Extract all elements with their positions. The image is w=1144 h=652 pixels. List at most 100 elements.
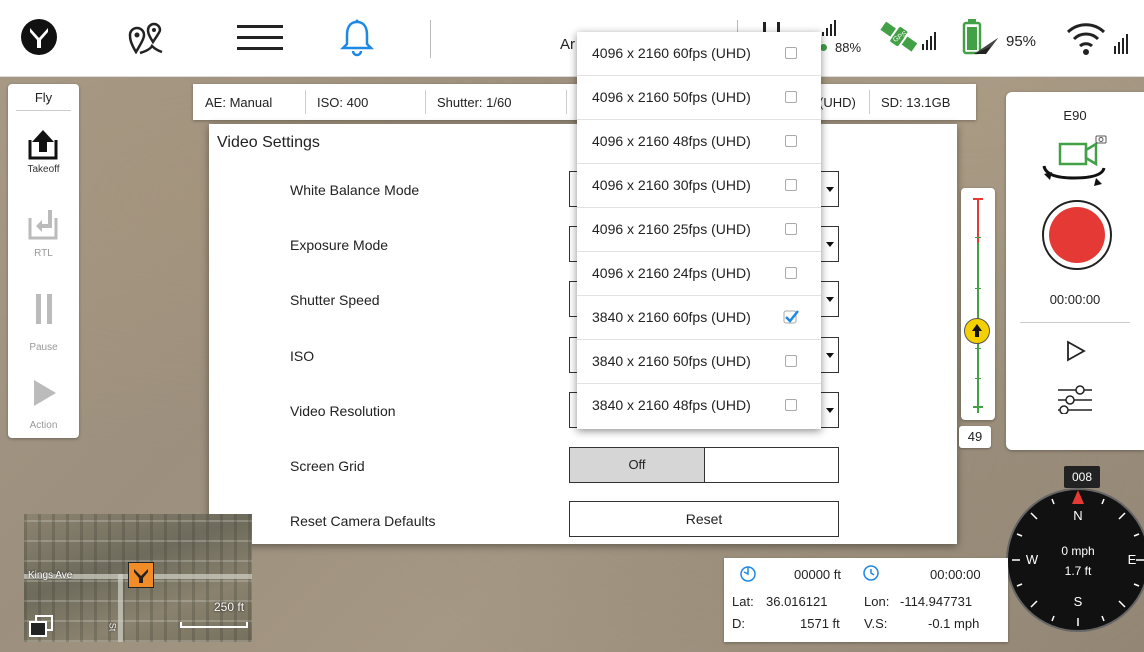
ae-status[interactable]: AE: Manual xyxy=(205,95,272,110)
ground-speed: 0 mph xyxy=(1061,544,1095,558)
pause-label: Pause xyxy=(29,342,58,353)
altitude-slider[interactable] xyxy=(961,188,995,420)
record-button[interactable] xyxy=(1042,200,1112,270)
chevron-down-icon xyxy=(826,297,834,302)
screen-grid-on-button[interactable] xyxy=(705,448,838,482)
resolution-option[interactable]: 3840 x 2160 50fps (UHD) xyxy=(577,340,821,384)
minimap[interactable]: Kings Ave St 250 ft xyxy=(24,514,252,642)
altitude-value: 49 xyxy=(959,426,991,448)
drone-battery-icon xyxy=(962,18,1002,63)
status-separator xyxy=(566,90,567,114)
lon-value: -114.947731 xyxy=(900,594,973,609)
exposure-mode-label: Exposure Mode xyxy=(290,237,389,253)
flight-control-panel: Fly Takeoff RTL Pause Action xyxy=(8,84,79,438)
status-separator xyxy=(425,90,426,114)
altitude-scale xyxy=(973,198,983,413)
screen-grid-label: Screen Grid xyxy=(290,458,365,474)
relative-altitude: 1.7 ft xyxy=(1064,564,1092,578)
vs-label: V.S: xyxy=(864,616,888,631)
shutter-speed-label: Shutter Speed xyxy=(290,292,380,308)
resolution-status[interactable]: (UHD) xyxy=(819,95,856,110)
resolution-option[interactable]: 4096 x 2160 50fps (UHD) xyxy=(577,76,821,120)
reset-defaults-label: Reset Camera Defaults xyxy=(290,513,436,529)
resolution-option[interactable]: 4096 x 2160 24fps (UHD) xyxy=(577,252,821,296)
lon-label: Lon: xyxy=(864,594,890,609)
video-resolution-label: Video Resolution xyxy=(290,403,396,419)
takeoff-button[interactable]: Takeoff xyxy=(8,128,79,188)
resolution-option[interactable]: 4096 x 2160 48fps (UHD) xyxy=(577,120,821,164)
menu-icon[interactable] xyxy=(237,24,283,57)
shutter-status[interactable]: Shutter: 1/60 xyxy=(437,95,511,110)
flight-mode-text[interactable]: Ar xyxy=(560,36,575,53)
waypoints-icon[interactable] xyxy=(126,22,166,61)
resolution-option-selected[interactable]: 3840 x 2160 60fps (UHD) xyxy=(577,296,821,340)
camera-settings-sliders-icon[interactable] xyxy=(1058,382,1092,419)
layers-icon[interactable] xyxy=(28,614,54,642)
notification-bell-icon[interactable] xyxy=(339,18,375,63)
topbar-divider xyxy=(430,20,431,58)
street-label: Kings Ave xyxy=(28,570,73,581)
resolution-option-label: 4096 x 2160 50fps (UHD) xyxy=(592,89,751,105)
battery2-percent: 95% xyxy=(1006,33,1037,50)
checkbox-icon xyxy=(785,355,797,367)
chevron-down-icon xyxy=(826,408,834,413)
map-scale-bar xyxy=(180,622,248,628)
road xyxy=(118,574,123,642)
chevron-down-icon xyxy=(826,353,834,358)
dialog-title: Video Settings xyxy=(217,134,320,151)
wifi-signal-icon xyxy=(1066,22,1140,61)
chevron-down-icon xyxy=(826,242,834,247)
distance-value: 00000 ft xyxy=(794,567,841,582)
lat-label: Lat: xyxy=(732,594,754,609)
resolution-option[interactable]: 4096 x 2160 60fps (UHD) xyxy=(577,32,821,76)
clock-icon xyxy=(863,565,879,581)
gps-satellite-icon: GPS xyxy=(880,18,940,59)
altitude-handle-icon[interactable] xyxy=(964,318,990,344)
white-balance-label: White Balance Mode xyxy=(290,182,420,198)
checkbox-icon xyxy=(785,399,797,411)
telemetry-panel: 00000 ft 00:00:00 Lat: 36.016121 Lon: -1… xyxy=(724,558,1008,642)
pause-button[interactable]: Pause xyxy=(8,294,79,354)
resolution-option[interactable]: 4096 x 2160 25fps (UHD) xyxy=(577,208,821,252)
resolution-option[interactable]: 4096 x 2160 30fps (UHD) xyxy=(577,164,821,208)
fly-tab[interactable]: Fly xyxy=(8,90,79,105)
compass: N S W E 0 mph 1.7 ft xyxy=(1006,488,1144,632)
resolution-option-label: 3840 x 2160 60fps (UHD) xyxy=(592,309,751,325)
resolution-option-label: 3840 x 2160 50fps (UHD) xyxy=(592,353,751,369)
chevron-down-icon xyxy=(826,187,834,192)
d-label: D: xyxy=(732,616,745,631)
reset-button[interactable]: Reset xyxy=(569,501,839,537)
resolution-option-label: 3840 x 2160 48fps (UHD) xyxy=(592,397,751,413)
rtl-button[interactable]: RTL xyxy=(8,206,79,266)
takeoff-icon xyxy=(28,130,58,160)
checkbox-checked-icon xyxy=(783,310,799,324)
resolution-option-label: 4096 x 2160 30fps (UHD) xyxy=(592,177,751,193)
record-timer: 00:00:00 xyxy=(1049,292,1101,307)
distance-icon xyxy=(740,566,756,582)
switch-camera-mode-icon[interactable] xyxy=(1040,132,1110,197)
heading-value: 008 xyxy=(1064,466,1100,488)
app-logo-icon[interactable] xyxy=(20,18,58,61)
drone-location-icon xyxy=(128,562,154,588)
playback-icon[interactable] xyxy=(1066,340,1086,367)
checkbox-icon xyxy=(785,179,797,191)
map-scale-label: 250 ft xyxy=(214,600,245,614)
checkbox-icon xyxy=(785,135,797,147)
checkbox-icon xyxy=(785,47,797,59)
panel-divider xyxy=(1020,322,1130,323)
status-separator xyxy=(869,90,870,114)
checkbox-icon xyxy=(785,91,797,103)
compass-e: E xyxy=(1127,552,1137,567)
resolution-option-label: 4096 x 2160 60fps (UHD) xyxy=(592,45,751,61)
compass-n: N xyxy=(1073,508,1083,523)
action-button[interactable]: Action xyxy=(8,380,79,436)
resolution-option-label: 4096 x 2160 25fps (UHD) xyxy=(592,221,751,237)
screen-grid-off-button[interactable]: Off xyxy=(570,448,705,482)
flight-time: 00:00:00 xyxy=(930,567,981,582)
camera-panel: E90 00:00:00 xyxy=(1006,92,1144,450)
iso-status[interactable]: ISO: 400 xyxy=(317,95,368,110)
top-bar: Ar 88% GPS 95% xyxy=(0,0,1144,77)
action-label: Action xyxy=(29,420,58,431)
resolution-option[interactable]: 3840 x 2160 48fps (UHD) xyxy=(577,384,821,428)
sd-status: SD: 13.1GB xyxy=(881,95,951,110)
